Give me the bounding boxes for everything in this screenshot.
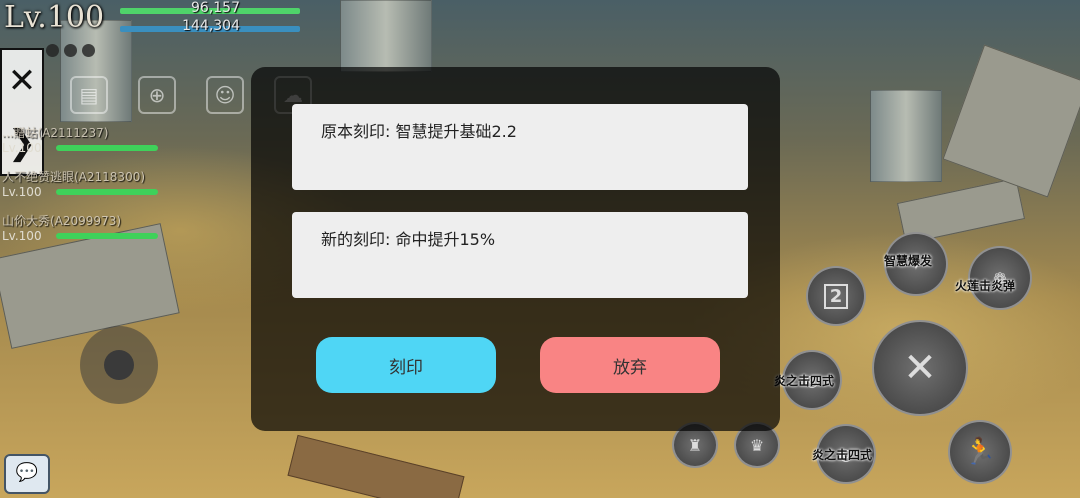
support-icon[interactable]: ☺ [206, 76, 244, 114]
party-hp-fill [56, 233, 158, 239]
skill-label-flame-four-b: 炎之击四式 [812, 448, 873, 462]
party-member-level: Lv.100 [2, 229, 42, 243]
new-imprint-box: 新的刻印: 命中提升15% [292, 212, 748, 298]
party-member-hp-bar [56, 145, 158, 151]
party-member-hp-bar [56, 189, 158, 195]
party-member[interactable]: 山伱大秀(A2099973) Lv.100 [2, 212, 162, 243]
chat-icon[interactable]: 💬 [4, 454, 50, 494]
imprint-dialog: 原本刻印: 智慧提升基础2.2 新的刻印: 命中提升15% 刻印 放弃 [251, 67, 780, 431]
party-hp-fill [56, 189, 158, 195]
hp-mp-bars: 96,157 144,304 [120, 0, 300, 39]
original-imprint-text: 原本刻印: 智慧提升基础2.2 [321, 122, 517, 141]
skill-slot-number: 2 [823, 283, 849, 309]
party-member-name: 山伱大秀(A2099973) [2, 214, 122, 228]
party-hp-fill [56, 145, 158, 151]
skill-label-flame-four-a: 炎之击四式 [774, 374, 835, 388]
buff-slot [46, 44, 59, 57]
buff-slot [64, 44, 77, 57]
party-member-level: Lv.100 [2, 141, 42, 155]
side-panel: ✕ ❯ [0, 48, 44, 176]
skill-label-wisdom-burst: 智慧爆发 [884, 254, 933, 268]
scene-stone-block [942, 44, 1080, 198]
hp-value: 96,157 [191, 0, 240, 16]
scene-wood-plank [287, 434, 465, 498]
hp-bar: 96,157 [120, 0, 300, 17]
skill-label-fire-lotus: 火莲击炎弹 [955, 279, 1016, 293]
skill-slot-counter[interactable]: 2 [806, 266, 866, 326]
party-member-level: Lv.100 [2, 185, 42, 199]
party-member-name: 人不绝赞逃眼(A2118300) [2, 170, 146, 184]
new-imprint-text: 新的刻印: 命中提升15% [321, 230, 496, 249]
document-icon[interactable]: ▤ [70, 76, 108, 114]
mp-bar: 144,304 [120, 18, 300, 35]
original-imprint-box: 原本刻印: 智慧提升基础2.2 [292, 104, 748, 190]
close-icon[interactable]: ✕ [2, 50, 42, 112]
player-level: Lv.100 [4, 0, 105, 35]
imprint-button[interactable]: 刻印 [316, 337, 496, 393]
buff-slot [82, 44, 95, 57]
party-member-name: ...贈蛄(A2111237) [2, 126, 109, 140]
party-member-hp-bar [56, 233, 158, 239]
scene-pillar [340, 0, 432, 72]
target-icon[interactable]: ⊕ [138, 76, 176, 114]
party-member[interactable]: ...贈蛄(A2111237) Lv.100 [2, 124, 162, 155]
party-member[interactable]: 人不绝赞逃眼(A2118300) Lv.100 [2, 168, 162, 199]
mp-value: 144,304 [182, 18, 240, 34]
discard-button[interactable]: 放弃 [540, 337, 720, 393]
basic-attack-button[interactable]: ✕ [872, 320, 968, 416]
buff-slots [46, 44, 95, 57]
scene-pillar [870, 90, 942, 182]
movement-joystick[interactable] [80, 326, 158, 404]
dodge-button[interactable]: 🏃 [948, 420, 1012, 484]
